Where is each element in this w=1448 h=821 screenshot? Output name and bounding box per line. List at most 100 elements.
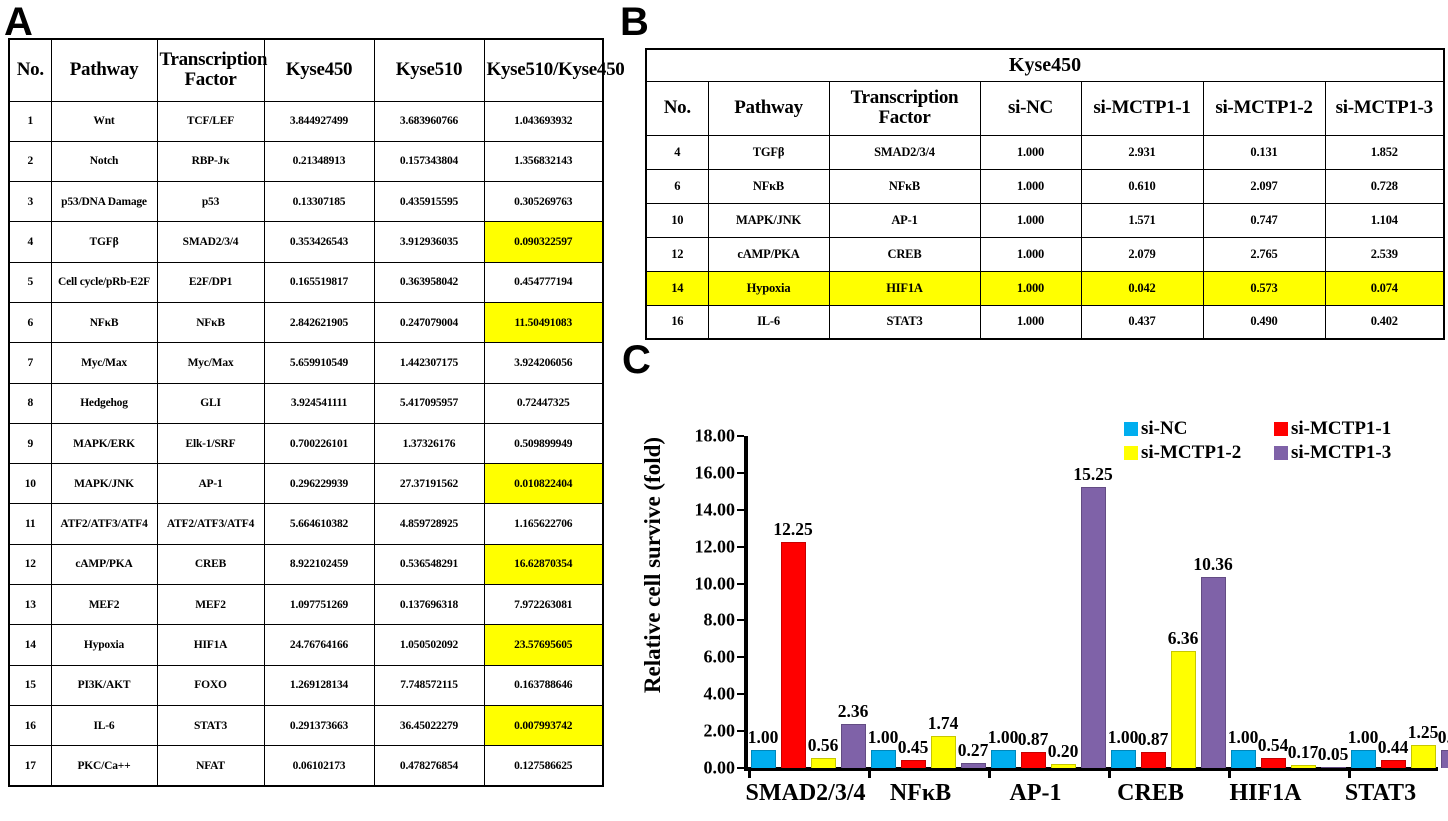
row-kyse450: 24.76764166 — [263, 624, 375, 666]
table-row: 14 Hypoxia HIF1A 1.000 0.042 0.573 0.074 — [645, 270, 1445, 306]
y-axis-tick-label: 18.00 — [694, 425, 736, 446]
bar[interactable] — [1260, 758, 1286, 768]
bar[interactable] — [1110, 749, 1136, 768]
row-kyse450: 5.659910549 — [263, 342, 375, 384]
row-kyse450: 1.269128134 — [263, 664, 375, 706]
y-axis-tick-label: 6.00 — [703, 646, 736, 667]
bar[interactable] — [1170, 650, 1196, 768]
x-axis-category-label: HIF1A — [1229, 780, 1302, 806]
bar[interactable] — [1200, 576, 1226, 768]
bar-slot: 0.17 — [1288, 436, 1318, 768]
row-transcription-factor: MEF2 — [156, 584, 265, 626]
table-row: 12 cAMP/PKA CREB 1.000 2.079 2.765 2.539 — [645, 236, 1445, 272]
row-pathway: TGFβ — [50, 221, 158, 263]
table-a-header-row: No. Pathway Transcription Factor Kyse450… — [8, 38, 625, 102]
row-no: 16 — [645, 304, 709, 340]
bar-value-label: 1.00 — [1347, 726, 1379, 747]
bar-value-label: 1.00 — [1227, 726, 1259, 747]
header-tf-line1: Transcription — [159, 49, 268, 71]
row-si-mctp1-3: 0.074 — [1324, 270, 1445, 306]
row-kyse450: 0.165519817 — [263, 261, 375, 303]
row-ratio: 0.090322597 — [483, 221, 604, 263]
y-axis-tick-mark — [737, 619, 744, 622]
row-pathway: Cell cycle/pRb-E2F — [50, 261, 158, 303]
row-si-mctp1-1: 1.571 — [1080, 202, 1204, 238]
bar[interactable] — [1230, 749, 1256, 768]
bar[interactable] — [750, 749, 776, 768]
row-no: 10 — [645, 202, 709, 238]
row-no: 6 — [645, 168, 709, 204]
column-header-si-mctp1-3: si-MCTP1-3 — [1324, 80, 1445, 136]
row-ratio: 3.924206056 — [483, 342, 604, 384]
figure-canvas: A B C No. Pathway Transcription Factor K… — [0, 0, 1448, 821]
row-pathway: TGFβ — [707, 134, 830, 170]
header-tf-line2: Factor — [878, 107, 931, 128]
row-kyse450: 3.844927499 — [263, 100, 375, 142]
bar[interactable] — [990, 749, 1016, 768]
header-tf-line1: Transcription — [850, 87, 959, 109]
bar[interactable] — [900, 759, 926, 768]
x-axis-category-label: AP-1 — [1009, 780, 1062, 806]
row-pathway: MAPK/JNK — [707, 202, 830, 238]
x-axis-tick-mark — [1108, 768, 1111, 778]
bar[interactable] — [1290, 764, 1316, 768]
row-kyse510: 1.442307175 — [373, 342, 485, 384]
row-transcription-factor: p53 — [156, 181, 265, 223]
bar-slot: 1.00 — [748, 436, 778, 768]
row-pathway: ATF2/ATF3/ATF4 — [50, 503, 158, 545]
row-si-mctp1-2: 0.490 — [1202, 304, 1326, 340]
bar[interactable] — [1080, 486, 1106, 768]
bar[interactable] — [840, 724, 866, 768]
row-transcription-factor: CREB — [156, 543, 265, 586]
bar[interactable] — [780, 542, 806, 768]
row-pathway: NFκB — [707, 168, 830, 204]
row-no: 6 — [8, 301, 52, 344]
row-no: 10 — [8, 463, 52, 505]
bar[interactable] — [1350, 749, 1376, 768]
row-kyse450: 0.296229939 — [263, 463, 375, 505]
row-transcription-factor: E2F/DP1 — [156, 261, 265, 303]
bar[interactable] — [930, 735, 956, 768]
row-kyse510: 1.37326176 — [373, 422, 485, 465]
row-ratio: 1.043693932 — [483, 100, 604, 142]
y-axis-tick-mark — [737, 582, 744, 585]
y-axis-tick-mark — [737, 656, 744, 659]
table-row: 4 TGFβ SMAD2/3/4 0.353426543 3.912936035 0.09… — [8, 221, 604, 263]
bar[interactable] — [1410, 744, 1436, 768]
row-transcription-factor: NFκB — [156, 301, 265, 344]
panel-a-table-container: No. Pathway Transcription Factor Kyse450… — [8, 38, 625, 788]
bar-group: 1.000.441.250.98 — [1347, 436, 1448, 778]
bar[interactable] — [810, 757, 836, 768]
row-no: 7 — [8, 342, 52, 384]
row-no: 15 — [8, 664, 52, 706]
bar[interactable] — [1050, 764, 1076, 768]
bar[interactable] — [1140, 751, 1166, 768]
row-no: 13 — [8, 584, 52, 626]
row-ratio: 0.163788646 — [483, 664, 604, 706]
row-ratio: 1.356832143 — [483, 140, 604, 183]
bar-group: 1.00 0.87 0.20 15.25 — [988, 436, 1113, 778]
bar-slot: 0.56 — [808, 436, 838, 768]
row-pathway: IL-6 — [707, 304, 830, 340]
bar-value-label: 15.25 — [1073, 463, 1113, 484]
bar-slot: 0.87 — [1138, 436, 1168, 768]
bar-slot: 0.87 — [1018, 436, 1048, 768]
bar-slot: 12.25 — [773, 436, 813, 768]
row-transcription-factor: GLI — [156, 382, 265, 424]
column-header-no: No. — [8, 38, 52, 102]
row-si-mctp1-3: 0.402 — [1324, 304, 1445, 340]
bar[interactable] — [1020, 751, 1046, 768]
row-no: 9 — [8, 422, 52, 465]
row-no: 12 — [645, 236, 709, 272]
panel-b-table-container: Kyse450 No. Pathway Transcription Factor… — [645, 48, 1446, 340]
row-transcription-factor: STAT3 — [828, 304, 981, 340]
y-axis-tick-mark — [737, 767, 744, 769]
header-tf-line2: Factor — [184, 69, 237, 91]
bar[interactable] — [870, 749, 896, 768]
bar[interactable] — [960, 763, 986, 768]
bar[interactable] — [1380, 759, 1406, 768]
bar[interactable] — [1440, 749, 1448, 768]
row-si-nc: 1.000 — [979, 270, 1082, 306]
row-no: 2 — [8, 140, 52, 183]
bar[interactable] — [1320, 766, 1346, 768]
